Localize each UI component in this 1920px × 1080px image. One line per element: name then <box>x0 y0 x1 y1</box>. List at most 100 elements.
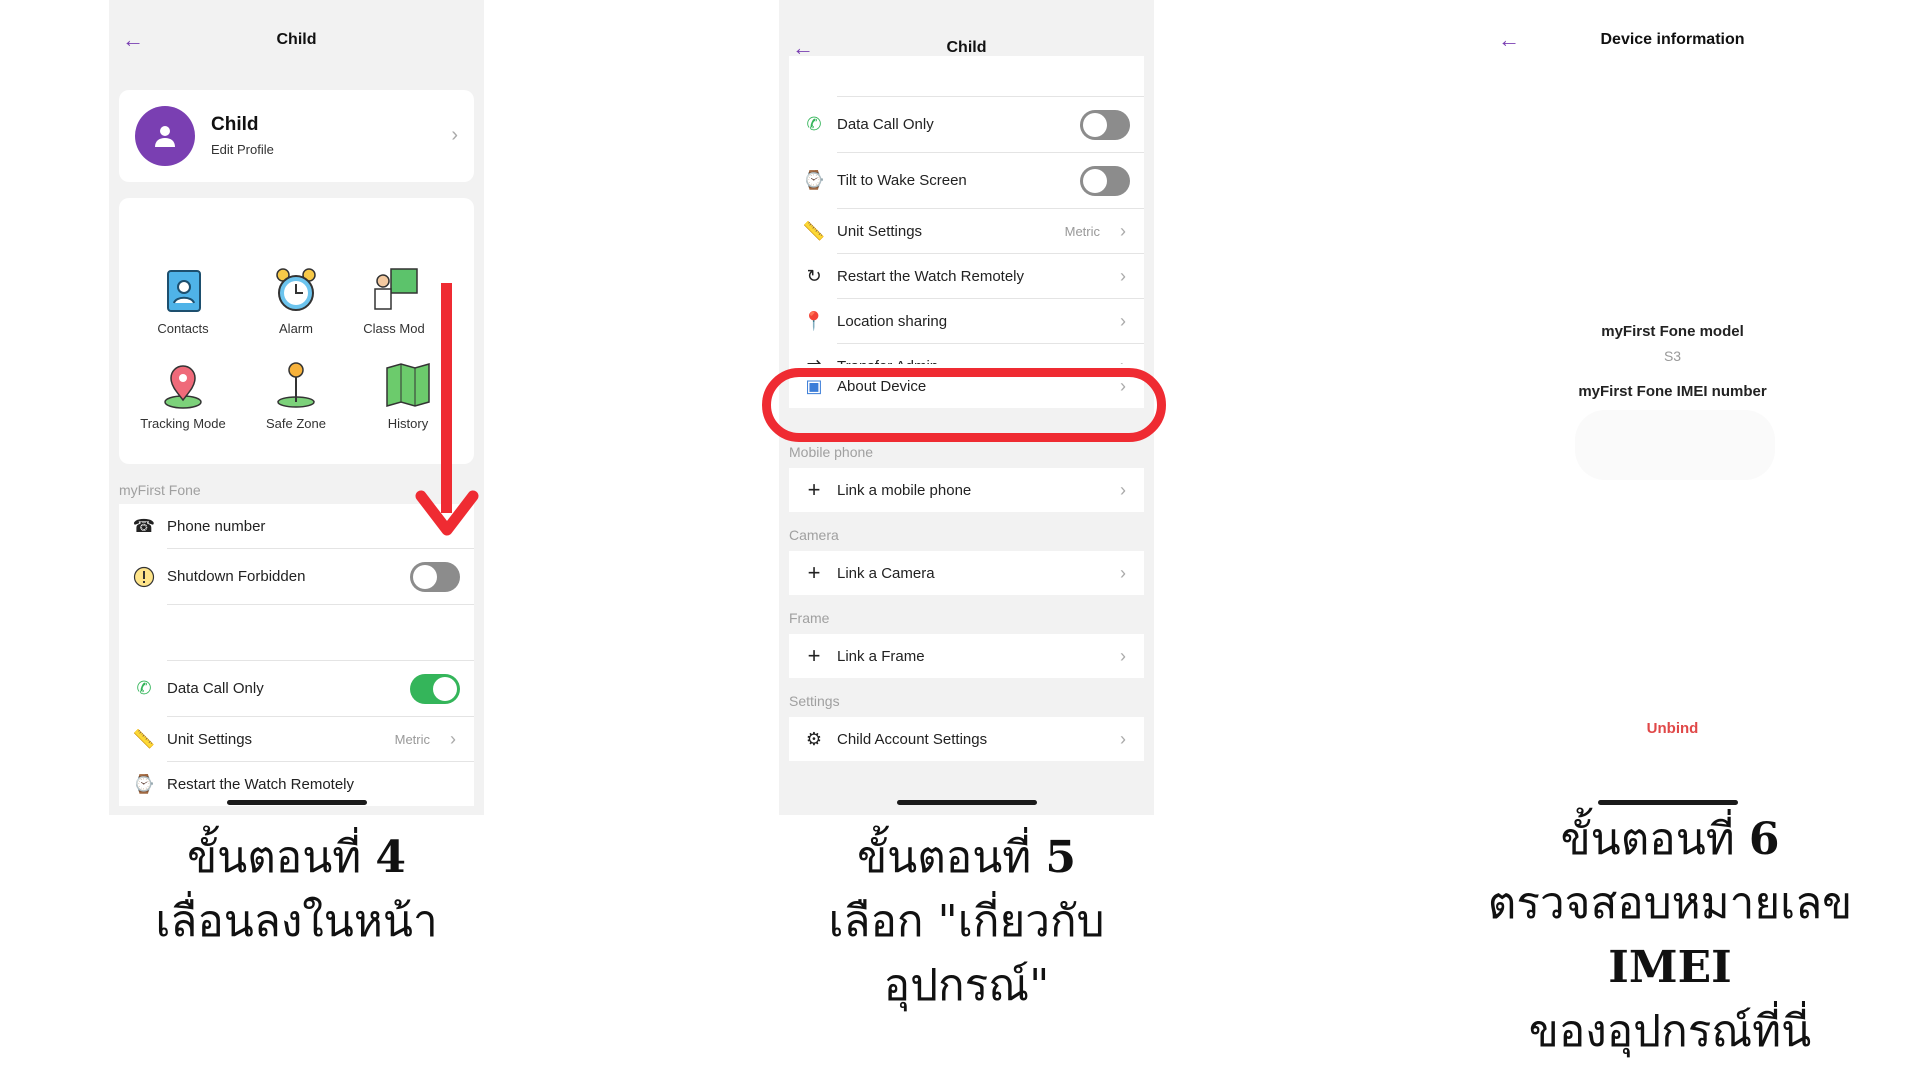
plus-icon: + <box>807 643 821 668</box>
account-settings-icon: ⚙ <box>805 728 823 749</box>
chevron-right-icon: › <box>1120 265 1126 286</box>
child-account-settings-card[interactable]: ⚙ Child Account Settings › <box>789 717 1144 761</box>
row-data-call-only: ✆ Data Call Only <box>789 97 1144 152</box>
phone-screen-step6: ← Device information myFirst Fone model … <box>1485 0 1860 815</box>
back-arrow-icon[interactable]: ← <box>117 24 149 56</box>
row-label: Link a mobile phone <box>837 481 972 499</box>
feature-label: Contacts <box>157 321 209 336</box>
profile-name: Child <box>211 114 259 135</box>
feature-alarm[interactable]: Alarm <box>241 263 351 336</box>
step-number: 6 <box>1748 814 1780 865</box>
alarm-icon <box>276 268 316 311</box>
section-camera: Camera <box>789 527 839 543</box>
chevron-right-icon: › <box>450 728 456 749</box>
row-label: Child Account Settings <box>837 730 988 748</box>
history-map-icon <box>386 363 430 407</box>
warning-icon <box>131 564 157 590</box>
phone-keypad-icon: ☎ <box>132 515 156 536</box>
ruler-icon: 📏 <box>802 220 826 241</box>
caption-imei: IMEI <box>1608 942 1732 993</box>
profile-card[interactable]: Child Edit Profile › <box>119 90 474 182</box>
section-mobile-phone: Mobile phone <box>789 444 874 460</box>
feature-label: Alarm <box>279 321 313 336</box>
link-frame-card[interactable]: + Link a Frame › <box>789 634 1144 678</box>
home-indicator <box>1598 800 1738 805</box>
chevron-right-icon: › <box>1120 479 1126 500</box>
location-person-icon: 📍 <box>802 310 826 331</box>
home-indicator <box>896 800 1037 805</box>
caption-text: เลื่อนลงในหน้า <box>155 896 438 947</box>
person-icon <box>155 126 175 147</box>
row-restart-watch[interactable]: ↻ Restart the Watch Remotely › <box>789 254 1144 298</box>
page-title: Child <box>276 31 317 48</box>
safe-zone-icon <box>277 362 315 408</box>
chevron-right-icon: › <box>1120 220 1126 241</box>
section-label: myFirst Fone <box>119 482 201 498</box>
watch-icon: ⌚ <box>802 170 826 190</box>
imei-value-placeholder <box>1575 410 1775 480</box>
row-label: Restart the Watch Remotely <box>167 775 355 793</box>
chevron-right-icon: › <box>1120 310 1126 331</box>
row-label: Data Call Only <box>837 116 934 133</box>
row-unit-settings[interactable]: 📏 Unit Settings Metric › <box>119 717 474 761</box>
tracking-mode-icon <box>164 365 202 409</box>
top-bar: ← Child <box>109 24 484 56</box>
watch-icon: ⌚ <box>132 773 156 794</box>
plus-icon: + <box>807 477 821 502</box>
feature-contacts[interactable]: Contacts <box>128 263 238 336</box>
row-unit-settings[interactable]: 📏 Unit Settings Metric › <box>789 209 1144 253</box>
row-partial <box>789 56 1144 76</box>
row-value: Metric <box>1064 223 1100 239</box>
feature-label: Safe Zone <box>266 416 326 431</box>
feature-class-mode[interactable]: Class Mod <box>353 263 435 336</box>
feature-label: History <box>387 416 429 431</box>
profile-edit-label: Edit Profile <box>211 142 274 157</box>
row-label: Link a Camera <box>837 564 935 582</box>
row-tilt-to-wake: ⌚ Tilt to Wake Screen <box>789 153 1144 208</box>
link-mobile-card[interactable]: + Link a mobile phone › <box>789 468 1144 512</box>
chevron-right-icon: › <box>451 124 458 146</box>
tilt-toggle[interactable] <box>1080 165 1130 196</box>
phone-call-icon: ✆ <box>806 114 822 134</box>
chevron-right-icon: › <box>1120 645 1126 666</box>
caption-text: ขั้นตอนที่ <box>1560 814 1735 865</box>
section-frame: Frame <box>789 610 830 626</box>
row-data-call-only: ✆ Data Call Only <box>119 661 474 716</box>
ruler-icon: 📏 <box>132 728 156 749</box>
caption-step4: ขั้นตอนที่ 4 เลื่อนลงในหน้า <box>109 826 484 954</box>
row-label: Restart the Watch Remotely <box>837 267 1025 285</box>
data-call-toggle[interactable] <box>410 673 460 704</box>
row-label: Tilt to Wake Screen <box>837 172 967 189</box>
phone-screen-step4: ← Child Child Edit Profile › Contacts Al… <box>109 0 484 815</box>
plus-icon: + <box>807 560 821 585</box>
row-location-sharing[interactable]: 📍 Location sharing › <box>789 299 1144 343</box>
feature-safe-zone[interactable]: Safe Zone <box>241 358 351 431</box>
scroll-down-arrow <box>441 283 452 513</box>
caption-step5: ขั้นตอนที่ 5 เลือก "เกี่ยวกับ อุปกรณ์" <box>779 826 1154 1018</box>
settings-list: ✆ Data Call Only ⌚ Tilt to Wake Screen 📏… <box>789 56 1144 408</box>
chevron-right-icon: › <box>1120 562 1126 583</box>
link-camera-card[interactable]: + Link a Camera › <box>789 551 1144 595</box>
row-label: Unit Settings <box>167 730 253 748</box>
data-call-toggle[interactable] <box>1080 109 1130 140</box>
imei-label: myFirst Fone IMEI number <box>1578 383 1767 400</box>
page-title: Child <box>946 39 987 56</box>
caption-text: ตรวจสอบหมายเลข <box>1487 878 1853 929</box>
back-arrow-icon[interactable]: ← <box>1493 24 1525 56</box>
feature-tracking-mode[interactable]: Tracking Mode <box>128 358 238 431</box>
settings-list: ☎ Phone number Shutdown Forbidden ✆ Data… <box>119 504 474 806</box>
unbind-button[interactable]: Unbind <box>1485 720 1860 737</box>
class-mode-icon <box>374 268 418 310</box>
step-number: 4 <box>375 832 406 883</box>
caption-text: ขั้นตอนที่ <box>857 832 1032 883</box>
row-value: Metric <box>394 731 430 747</box>
shutdown-toggle[interactable] <box>410 561 460 592</box>
model-value: S3 <box>1663 348 1682 364</box>
contacts-icon <box>167 270 201 312</box>
row-shutdown-forbidden: Shutdown Forbidden <box>119 549 474 604</box>
row-label: Link a Frame <box>837 647 925 665</box>
top-bar: ← Device information <box>1485 24 1860 56</box>
arrow-head-icon <box>415 490 479 536</box>
step-number: 5 <box>1045 832 1076 883</box>
phone-call-icon: ✆ <box>136 678 152 698</box>
